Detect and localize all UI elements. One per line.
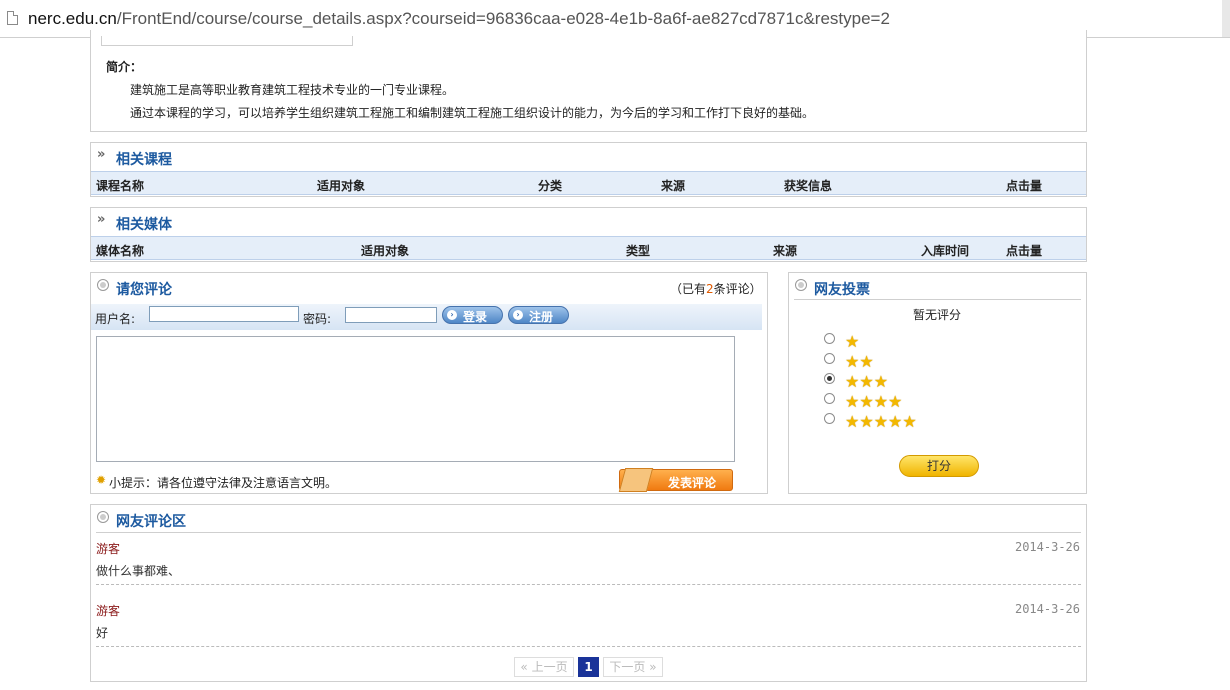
rating-radio-4[interactable]	[824, 393, 835, 404]
double-chevron-icon: »	[97, 212, 106, 227]
bullet-circle-icon	[97, 511, 109, 523]
col-type: 类型	[626, 244, 651, 258]
rating-radio-3[interactable]	[824, 373, 835, 384]
post-comment-label: 发表评论	[668, 476, 717, 490]
register-button-label: 注册	[529, 310, 554, 324]
bullet-circle-icon	[97, 279, 109, 291]
rating-stars-4: ★★★★	[845, 392, 903, 411]
scrollbar-track[interactable]	[1222, 0, 1230, 37]
course-tab-edge	[101, 36, 353, 46]
page-document-icon	[7, 11, 18, 25]
login-button-label: 登录	[463, 310, 488, 324]
login-button[interactable]: › 登录	[442, 306, 503, 324]
url-path: /FrontEnd/course/course_details.aspx?cou…	[116, 9, 890, 28]
col-audience: 适用对象	[361, 244, 410, 258]
comments-divider	[96, 532, 1081, 533]
arrow-right-icon: ›	[447, 310, 457, 320]
comments-panel	[90, 504, 1087, 682]
register-button[interactable]: › 注册	[508, 306, 569, 324]
arrow-right-icon: ›	[513, 310, 523, 320]
post-comment-button[interactable]: 发表评论	[618, 468, 733, 492]
rating-stars-3: ★★★	[845, 372, 889, 391]
rating-stars-5: ★★★★★	[845, 412, 917, 431]
rating-stars-1: ★	[845, 332, 860, 351]
comment-form-title: 请您评论	[116, 282, 172, 298]
password-label: 密码:	[303, 312, 332, 326]
comment-date: 2014-3-26	[1014, 602, 1080, 616]
related-media-header: 媒体名称 适用对象 类型 来源 入库时间 点击量	[91, 236, 1086, 260]
comment-separator	[96, 584, 1081, 585]
comment-text: 好	[96, 626, 109, 640]
col-audience: 适用对象	[317, 179, 366, 193]
current-page[interactable]: 1	[578, 657, 599, 677]
url-host: nerc.edu.cn	[28, 9, 117, 28]
col-source: 来源	[661, 179, 686, 193]
comment-date: 2014-3-26	[1014, 540, 1080, 554]
col-import-time: 入库时间	[921, 244, 970, 258]
comment-count-suffix: 条评论）	[713, 282, 762, 296]
col-category: 分类	[538, 179, 563, 193]
rating-radio-5[interactable]	[824, 413, 835, 424]
col-awards: 获奖信息	[784, 179, 833, 193]
comment-user[interactable]: 游客	[96, 602, 120, 619]
col-media-name: 媒体名称	[96, 244, 145, 258]
next-page-button[interactable]: 下一页 »	[603, 657, 663, 677]
url-text[interactable]: nerc.edu.cn/FrontEnd/course/course_detai…	[28, 9, 890, 29]
col-course-name: 课程名称	[96, 179, 145, 193]
vote-status: 暂无评分	[913, 308, 962, 322]
related-media-title: 相关媒体	[116, 217, 172, 233]
col-clicks: 点击量	[1006, 244, 1043, 258]
related-courses-header: 课程名称 适用对象 分类 来源 获奖信息 点击量	[91, 171, 1086, 195]
intro-line-1: 建筑施工是高等职业教育建筑工程技术专业的一门专业课程。	[130, 83, 455, 97]
double-chevron-icon: »	[97, 147, 106, 162]
col-clicks: 点击量	[1006, 179, 1043, 193]
comment-separator	[96, 646, 1081, 647]
intro-line-2: 通过本课程的学习，可以培养学生组织建筑工程施工和编制建筑工程施工组织设计的能力，…	[130, 106, 815, 120]
comment-user[interactable]: 游客	[96, 540, 120, 557]
rating-radio-2[interactable]	[824, 353, 835, 364]
comment-count: （已有2条评论）	[670, 280, 762, 297]
password-input[interactable]	[345, 307, 437, 323]
comment-textarea[interactable]	[96, 336, 735, 462]
prev-page-button[interactable]: « 上一页	[514, 657, 574, 677]
rating-radio-1[interactable]	[824, 333, 835, 344]
book-icon	[618, 468, 654, 492]
username-input[interactable]	[149, 306, 299, 322]
sun-tip-icon: ✹	[96, 473, 107, 487]
related-courses-title: 相关课程	[116, 152, 172, 168]
comments-title: 网友评论区	[116, 514, 186, 530]
username-label: 用户名:	[95, 312, 136, 326]
col-source: 来源	[773, 244, 798, 258]
vote-title: 网友投票	[814, 282, 870, 298]
rating-stars-2: ★★	[845, 352, 874, 371]
tip-text: 小提示：请各位遵守法律及注意语言文明。	[109, 476, 338, 490]
comment-count-number: 2	[706, 282, 714, 296]
bullet-circle-icon	[795, 279, 807, 291]
rate-button[interactable]: 打分	[899, 455, 979, 477]
vote-divider	[794, 299, 1081, 300]
comment-count-prefix: （已有	[670, 282, 707, 296]
comment-text: 做什么事都难、	[96, 564, 181, 578]
intro-label: 简介：	[106, 60, 143, 74]
